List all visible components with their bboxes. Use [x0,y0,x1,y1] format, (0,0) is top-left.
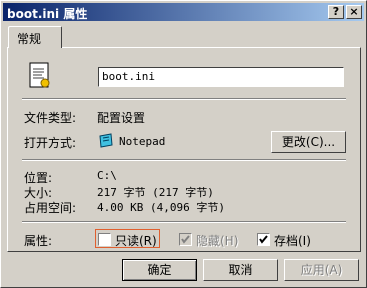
title-bar[interactable]: boot.ini 属性 ? × [3,3,364,21]
archive-label[interactable]: 存档(I) [274,232,311,249]
change-button[interactable]: 更改(C)... [271,131,346,153]
tab-general[interactable]: 常规 [8,26,62,48]
ok-button[interactable]: 确定 [122,259,197,281]
attributes-label: 属性: [24,234,53,248]
tab-general-label: 常规 [17,32,42,46]
file-type-value: 配置设置 [97,111,146,125]
size-on-disk-value: 4.00 KB (4,096 字节) [97,201,225,214]
properties-dialog: boot.ini 属性 ? × 常规 boot.ini 文件类型: 配置设置 打… [0,0,367,288]
divider [22,98,346,100]
apply-button[interactable]: 应用(A) [284,259,359,281]
filename-input[interactable]: boot.ini [98,67,344,87]
help-button[interactable]: ? [328,5,344,19]
config-file-icon [29,62,50,88]
size-on-disk-label: 占用空间: [24,201,77,215]
window-title: boot.ini 属性 [7,7,88,21]
hidden-label[interactable]: 隐藏(H) [196,232,238,249]
divider [22,159,346,161]
file-type-label: 文件类型: [24,111,77,125]
size-value: 217 字节 (217 字节) [97,186,214,199]
archive-checkbox[interactable] [257,233,270,246]
open-with-label: 打开方式: [24,136,77,150]
readonly-label[interactable]: 只读(R) [115,232,157,249]
notepad-icon [99,133,113,148]
location-value: C:\ [97,169,117,182]
checkmark-icon [259,235,268,244]
divider [22,221,346,223]
cancel-button[interactable]: 取消 [203,259,278,281]
open-with-value: Notepad [119,135,166,148]
checkmark-icon [181,235,190,244]
filename-value: boot.ini [102,70,155,83]
close-button[interactable]: × [346,5,362,19]
hidden-checkbox[interactable] [179,233,192,246]
close-icon: × [349,5,359,18]
readonly-checkbox[interactable] [98,233,111,246]
